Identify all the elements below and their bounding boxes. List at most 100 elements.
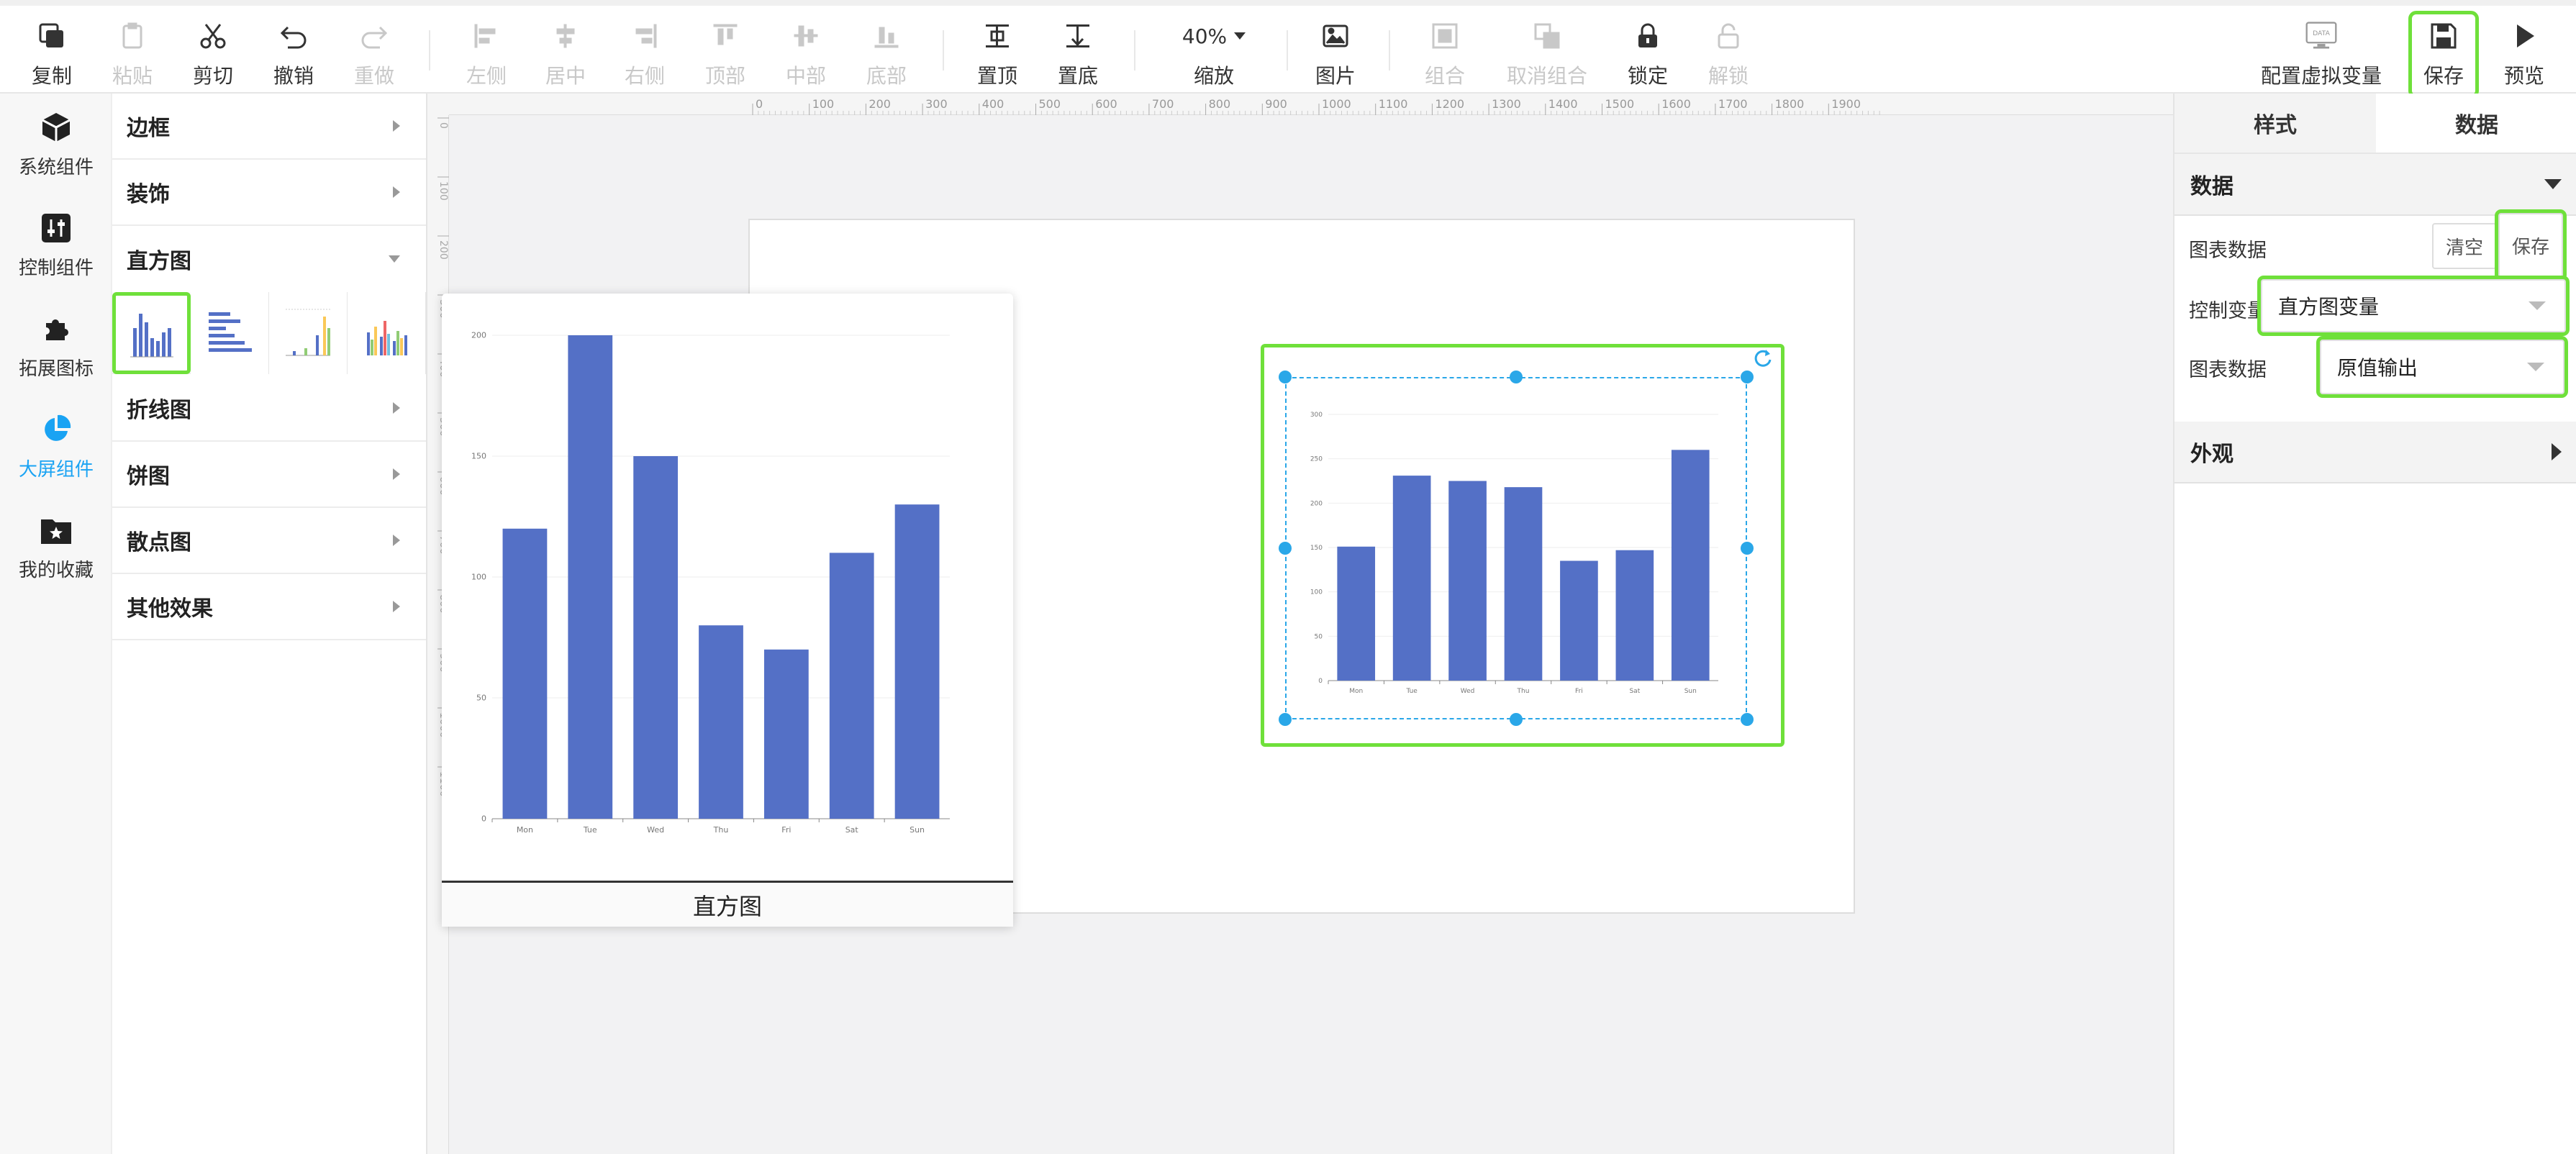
toolbar-divider <box>1389 30 1390 71</box>
ruler-tick-label: 800 <box>1209 97 1231 111</box>
send-bottom-button[interactable]: 置底 <box>1038 19 1118 91</box>
section-data[interactable]: 数据 <box>2174 154 2576 216</box>
cut-button[interactable]: 剪切 <box>173 19 253 91</box>
toolbar: 复制 粘贴 剪切 撤销 重做 左侧 居中 右侧 顶部 中部 底部 置顶 置底 4… <box>0 0 2576 99</box>
control-var-select[interactable]: 直方图变量 <box>2257 276 2570 336</box>
align-middle-button[interactable]: 中部 <box>766 19 846 91</box>
clear-button[interactable]: 清空 <box>2432 223 2497 269</box>
ruler-corner <box>427 94 449 115</box>
align-top-button[interactable]: 顶部 <box>685 19 766 91</box>
redo-button[interactable]: 重做 <box>334 19 414 91</box>
save-button[interactable]: 保存 <box>2408 11 2479 99</box>
ungroup-button[interactable]: 取消组合 <box>1504 19 1590 91</box>
align-center-button[interactable]: 居中 <box>525 19 606 91</box>
copy-button[interactable]: 复制 <box>12 19 92 91</box>
paste-icon <box>115 19 150 53</box>
category-histogram[interactable]: 直方图 <box>112 226 426 292</box>
config-vars-button[interactable]: DATA 配置虚拟变量 <box>2252 19 2390 91</box>
ungroup-icon <box>1530 19 1564 53</box>
ruler-tick-label: 200 <box>869 97 891 111</box>
tab-style[interactable]: 样式 <box>2174 94 2376 153</box>
rotate-icon <box>1754 350 1772 367</box>
component-rail: 系统组件 控制组件 拓展图标 大屏组件 我的收藏 <box>0 94 112 1154</box>
bring-top-button[interactable]: 置顶 <box>957 19 1038 91</box>
thumb-horizontal-bar[interactable] <box>191 292 269 374</box>
rail-item-extension[interactable]: 拓展图标 <box>0 295 112 389</box>
bar <box>1392 476 1431 681</box>
resize-handle-nw[interactable] <box>1279 371 1292 383</box>
bring-top-icon <box>980 19 1015 53</box>
rail-item-bigscreen[interactable]: 大屏组件 <box>0 396 112 489</box>
ruler-tick-label: 500 <box>1039 97 1061 111</box>
rail-item-favorites[interactable]: 我的收藏 <box>0 496 112 590</box>
bar <box>568 335 613 819</box>
floppy-disk-icon <box>2426 19 2461 53</box>
resize-handle-ne[interactable] <box>1741 371 1754 383</box>
ruler-tick-label: 1100 <box>1379 97 1408 111</box>
ruler-tick-label: 100 <box>812 97 835 111</box>
zoom-dropdown[interactable]: 40% <box>1182 19 1246 53</box>
rail-item-control[interactable]: 控制组件 <box>0 194 112 288</box>
resize-handle-sw[interactable] <box>1279 713 1292 726</box>
chevron-right-icon <box>393 601 400 612</box>
category-scatter[interactable]: 散点图 <box>112 508 426 574</box>
chevron-down-icon <box>2544 179 2562 189</box>
bar <box>1560 560 1598 681</box>
chevron-down-icon <box>1234 32 1246 40</box>
resize-handle-se[interactable] <box>1741 713 1754 726</box>
category-other[interactable]: 其他效果 <box>112 574 426 640</box>
resize-handle-w[interactable] <box>1279 542 1292 555</box>
lock-button[interactable]: 锁定 <box>1607 19 1688 91</box>
x-tick-label: Thu <box>713 825 729 835</box>
data-save-button[interactable]: 保存 <box>2495 209 2567 281</box>
histogram-thumbnails <box>112 292 426 374</box>
category-border[interactable]: 边框 <box>112 94 426 160</box>
tab-data[interactable]: 数据 <box>2376 94 2576 153</box>
category-line[interactable]: 折线图 <box>112 376 426 442</box>
horizontal-ruler-ticks: 0 100 200 300 400 500 600 700 800 900 1000 1100 1200… <box>752 97 1880 115</box>
unlock-button[interactable]: 解锁 <box>1688 19 1769 91</box>
category-decoration[interactable]: 装饰 <box>112 160 426 226</box>
image-icon <box>1318 19 1353 53</box>
category-pie[interactable]: 饼图 <box>112 442 426 508</box>
rotate-handle[interactable] <box>1753 348 1773 368</box>
selected-chart[interactable]: 0 50 100 150 200 250 300 Mon Tue Wed Thu Fri Sat Sun <box>1285 377 1747 719</box>
zoom-control[interactable]: 40% 缩放 <box>1167 19 1261 91</box>
pie-chart-icon <box>38 412 74 447</box>
canvas-area[interactable]: 0 100 200 300 400 500 600 700 800 900 1000 1100 1200… <box>427 94 2173 1154</box>
y-tick-label: 0 <box>1318 678 1323 685</box>
thumb-vertical-bar[interactable] <box>112 292 191 374</box>
output-mode-select[interactable]: 原值输出 <box>2316 336 2568 398</box>
vertical-bar-icon <box>130 314 173 358</box>
thumb-sparse-bar[interactable] <box>269 292 348 374</box>
align-bottom-button[interactable]: 底部 <box>846 19 927 91</box>
chevron-right-icon <box>2552 443 2562 460</box>
preview-button[interactable]: 预览 <box>2484 19 2564 91</box>
chevron-right-icon <box>393 535 400 546</box>
ruler-tick-label: 1600 <box>1661 97 1691 111</box>
y-tick-label: 250 <box>1310 456 1323 463</box>
preview-bar-chart: 0 50 100 150 200 Mon Tue Wed Thu Fri Sat Sun <box>471 331 950 835</box>
resize-handle-s[interactable] <box>1510 713 1523 726</box>
resize-handle-n[interactable] <box>1510 371 1523 383</box>
chart-preview-popover: 0 50 100 150 200 Mon Tue Wed Thu Fri Sat Sun 直方图 <box>442 294 1013 927</box>
ruler-tick-label: 1400 <box>1548 97 1578 111</box>
redo-icon <box>357 19 391 53</box>
chart-data-label: 图表数据 <box>2189 240 2267 262</box>
align-left-button[interactable]: 左侧 <box>446 19 527 91</box>
paste-button[interactable]: 粘贴 <box>92 19 173 91</box>
section-appearance[interactable]: 外观 <box>2174 422 2576 483</box>
ruler-tick-label: 900 <box>1265 97 1287 111</box>
bar <box>829 553 874 819</box>
resize-handle-e[interactable] <box>1741 542 1754 555</box>
align-right-button[interactable]: 右侧 <box>604 19 685 91</box>
align-center-icon <box>548 19 583 53</box>
ruler-tick-label: 700 <box>1152 97 1174 111</box>
thumb-grouped-bar[interactable] <box>348 292 426 374</box>
align-middle-icon <box>789 19 823 53</box>
property-tabs: 样式 数据 <box>2174 94 2576 154</box>
image-button[interactable]: 图片 <box>1295 19 1376 91</box>
group-button[interactable]: 组合 <box>1405 19 1485 91</box>
rail-item-system[interactable]: 系统组件 <box>0 94 112 187</box>
undo-button[interactable]: 撤销 <box>253 19 334 91</box>
